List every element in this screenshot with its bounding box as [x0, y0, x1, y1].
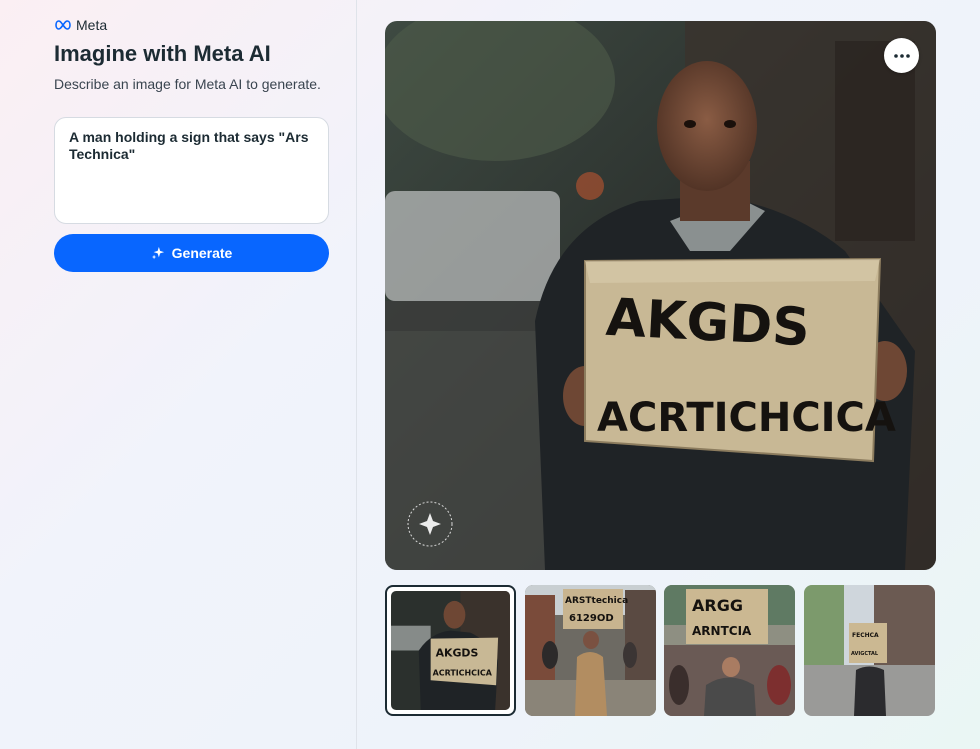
thumbnail-3[interactable]: ARGG ARNTCIA — [664, 585, 795, 716]
sign-text-line2: ACRTICHCICA — [597, 395, 896, 441]
thumb1-sign-line1: AKGDS — [436, 646, 479, 659]
thumb1-sign-line2: ACRTICHCICA — [433, 668, 493, 677]
generated-image-main[interactable]: AKGDS ACRTICHCICA — [385, 21, 936, 570]
thumb2-sign-line1: ARSTtechica — [565, 596, 628, 606]
brand-name: Meta — [76, 17, 108, 33]
meta-infinity-icon — [55, 20, 71, 30]
left-panel: Meta Imagine with Meta AI Describe an im… — [0, 0, 357, 749]
page-title: Imagine with Meta AI — [54, 41, 271, 66]
meta-logo[interactable]: Meta — [54, 17, 107, 33]
generate-button-label: Generate — [171, 245, 233, 261]
sparkle-icon — [151, 246, 164, 260]
sign-text-line1: AKGDS — [604, 288, 811, 359]
prompt-input[interactable]: A man holding a sign that says "Ars Tech… — [54, 117, 329, 224]
thumb3-sign-line2: ARNTCIA — [692, 624, 752, 638]
generate-button[interactable]: Generate — [54, 234, 329, 272]
more-horizontal-icon — [893, 53, 910, 58]
page-subtitle: Describe an image for Meta AI to generat… — [54, 76, 321, 92]
thumb3-sign-line1: ARGG — [692, 596, 743, 615]
thumbnail-4[interactable]: FECHCA AVIGCTAL — [804, 585, 935, 716]
thumb4-sign-line2: AVIGCTAL — [851, 651, 879, 657]
thumb4-sign-line1: FECHCA — [852, 632, 879, 639]
thumbnail-2[interactable]: ARSTtechica 6129OD — [525, 585, 656, 716]
more-options-button[interactable] — [884, 38, 919, 73]
thumb2-sign-line2: 6129OD — [569, 613, 614, 624]
thumbnail-1[interactable]: AKGDS ACRTICHCICA — [385, 585, 516, 716]
